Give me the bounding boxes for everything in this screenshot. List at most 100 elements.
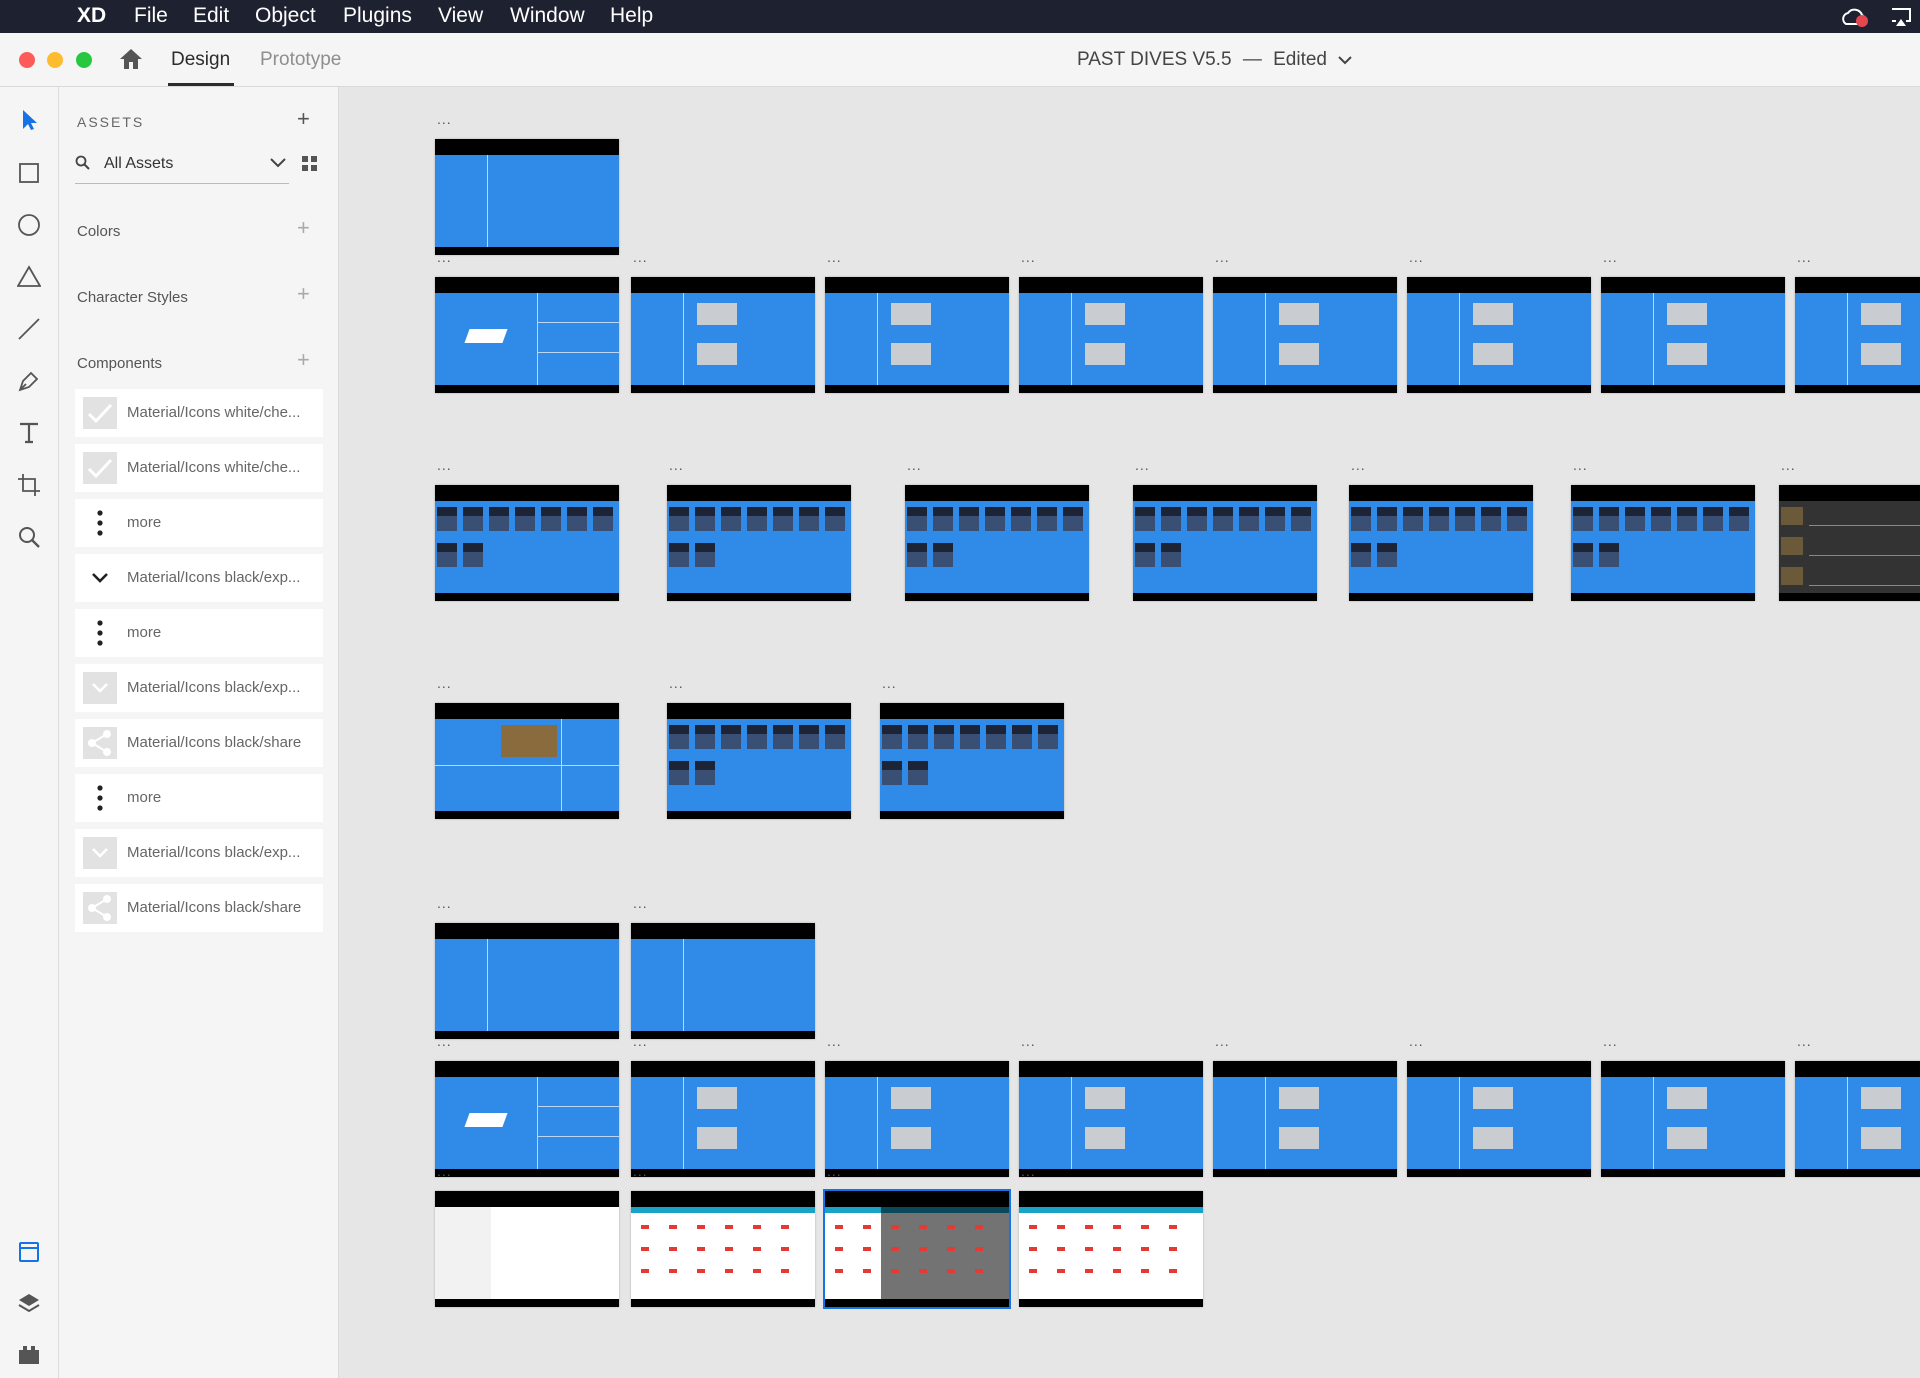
- artboard[interactable]: [1601, 1061, 1785, 1177]
- window-zoom-button[interactable]: [76, 52, 92, 68]
- menu-edit[interactable]: Edit: [193, 4, 229, 28]
- artboard[interactable]: [905, 485, 1089, 601]
- add-color-button[interactable]: +: [297, 215, 310, 241]
- artboard-tool-icon[interactable]: [17, 473, 41, 497]
- tab-design[interactable]: Design: [171, 49, 230, 71]
- artboard-menu-label[interactable]: ...: [1781, 457, 1796, 473]
- artboard-menu-label[interactable]: ...: [1135, 457, 1150, 473]
- zoom-tool-icon[interactable]: [17, 525, 41, 549]
- artboard[interactable]: [435, 139, 619, 255]
- app-name[interactable]: XD: [77, 4, 106, 28]
- artboard[interactable]: [435, 1191, 619, 1307]
- artboard-menu-label[interactable]: ...: [1351, 457, 1366, 473]
- component-item[interactable]: Material/Icons white/che...: [75, 444, 323, 492]
- component-item[interactable]: Material/Icons black/exp...: [75, 829, 323, 877]
- artboard-menu-label[interactable]: ...: [1215, 249, 1230, 265]
- artboard-menu-label[interactable]: ...: [1409, 249, 1424, 265]
- component-item[interactable]: more: [75, 774, 323, 822]
- artboard-menu-label[interactable]: ...: [437, 1033, 452, 1049]
- artboard[interactable]: [1795, 1061, 1920, 1177]
- artboard-menu-label[interactable]: ...: [437, 111, 452, 127]
- artboard[interactable]: [825, 277, 1009, 393]
- asset-filter[interactable]: All Assets: [104, 155, 173, 173]
- artboard-menu-label[interactable]: ...: [437, 675, 452, 691]
- artboard[interactable]: [1779, 485, 1920, 601]
- pen-tool-icon[interactable]: [17, 369, 41, 393]
- artboard-menu-label[interactable]: ...: [1021, 249, 1036, 265]
- add-component-button[interactable]: +: [297, 347, 310, 373]
- artboard[interactable]: [1019, 1191, 1203, 1307]
- artboard-menu-label[interactable]: ...: [437, 1163, 452, 1179]
- artboard-menu-label[interactable]: ...: [827, 1163, 842, 1179]
- artboard-menu-label[interactable]: ...: [633, 895, 648, 911]
- ellipse-tool-icon[interactable]: [17, 213, 41, 237]
- component-item[interactable]: Material/Icons black/exp...: [75, 554, 323, 602]
- artboard[interactable]: [823, 1189, 1011, 1309]
- artboard[interactable]: [631, 1191, 815, 1307]
- select-tool-icon[interactable]: [17, 108, 41, 132]
- artboard-menu-label[interactable]: ...: [633, 249, 648, 265]
- menu-view[interactable]: View: [438, 4, 483, 28]
- window-close-button[interactable]: [19, 52, 35, 68]
- artboard-menu-label[interactable]: ...: [633, 1163, 648, 1179]
- window-minimize-button[interactable]: [47, 52, 63, 68]
- artboard[interactable]: [1213, 277, 1397, 393]
- menu-file[interactable]: File: [134, 4, 168, 28]
- artboard-menu-label[interactable]: ...: [437, 457, 452, 473]
- artboard-menu-label[interactable]: ...: [669, 457, 684, 473]
- component-item[interactable]: Material/Icons white/che...: [75, 389, 323, 437]
- document-title-menu[interactable]: PAST DIVES V5.5 — Edited: [1077, 49, 1352, 71]
- grid-view-icon[interactable]: [302, 156, 318, 172]
- artboard-menu-label[interactable]: ...: [882, 675, 897, 691]
- home-icon[interactable]: [119, 48, 143, 70]
- artboard[interactable]: [435, 923, 619, 1039]
- component-item[interactable]: more: [75, 499, 323, 547]
- section-components[interactable]: Components: [77, 355, 162, 372]
- polygon-tool-icon[interactable]: [17, 265, 41, 289]
- creative-cloud-icon[interactable]: [1840, 6, 1868, 28]
- section-character-styles[interactable]: Character Styles: [77, 289, 188, 306]
- artboard-menu-label[interactable]: ...: [1573, 457, 1588, 473]
- add-asset-button[interactable]: +: [297, 106, 310, 132]
- artboard[interactable]: [1601, 277, 1785, 393]
- artboard[interactable]: [435, 703, 619, 819]
- artboard[interactable]: [1019, 277, 1203, 393]
- artboard[interactable]: [667, 485, 851, 601]
- artboard[interactable]: [631, 923, 815, 1039]
- rectangle-tool-icon[interactable]: [17, 161, 41, 185]
- artboard[interactable]: [1571, 485, 1755, 601]
- line-tool-icon[interactable]: [17, 317, 41, 341]
- artboard-menu-label[interactable]: ...: [827, 1033, 842, 1049]
- artboard-menu-label[interactable]: ...: [1021, 1163, 1036, 1179]
- artboard[interactable]: [1213, 1061, 1397, 1177]
- plugins-panel-icon[interactable]: [17, 1343, 41, 1367]
- artboard-menu-label[interactable]: ...: [1021, 1033, 1036, 1049]
- component-item[interactable]: Material/Icons black/exp...: [75, 664, 323, 712]
- design-canvas[interactable]: ........................................…: [339, 87, 1920, 1378]
- artboard-menu-label[interactable]: ...: [907, 457, 922, 473]
- add-character-style-button[interactable]: +: [297, 281, 310, 307]
- artboard[interactable]: [435, 1061, 619, 1177]
- artboard-menu-label[interactable]: ...: [633, 1033, 648, 1049]
- artboard-menu-label[interactable]: ...: [437, 895, 452, 911]
- artboard-menu-label[interactable]: ...: [1215, 1033, 1230, 1049]
- artboard[interactable]: [631, 1061, 815, 1177]
- menu-help[interactable]: Help: [610, 4, 653, 28]
- artboard-menu-label[interactable]: ...: [1603, 1033, 1618, 1049]
- artboard[interactable]: [1795, 277, 1920, 393]
- artboard-menu-label[interactable]: ...: [1603, 249, 1618, 265]
- assets-panel-icon[interactable]: [17, 1240, 41, 1264]
- artboard-menu-label[interactable]: ...: [1409, 1033, 1424, 1049]
- chevron-down-icon[interactable]: [270, 157, 286, 169]
- text-tool-icon[interactable]: [17, 421, 41, 445]
- section-colors[interactable]: Colors: [77, 223, 120, 240]
- artboard[interactable]: [1407, 1061, 1591, 1177]
- menu-window[interactable]: Window: [510, 4, 585, 28]
- artboard[interactable]: [435, 485, 619, 601]
- artboard[interactable]: [1349, 485, 1533, 601]
- artboard[interactable]: [1133, 485, 1317, 601]
- menu-object[interactable]: Object: [255, 4, 316, 28]
- menu-plugins[interactable]: Plugins: [343, 4, 412, 28]
- layers-panel-icon[interactable]: [17, 1291, 41, 1315]
- component-item[interactable]: Material/Icons black/share: [75, 884, 323, 932]
